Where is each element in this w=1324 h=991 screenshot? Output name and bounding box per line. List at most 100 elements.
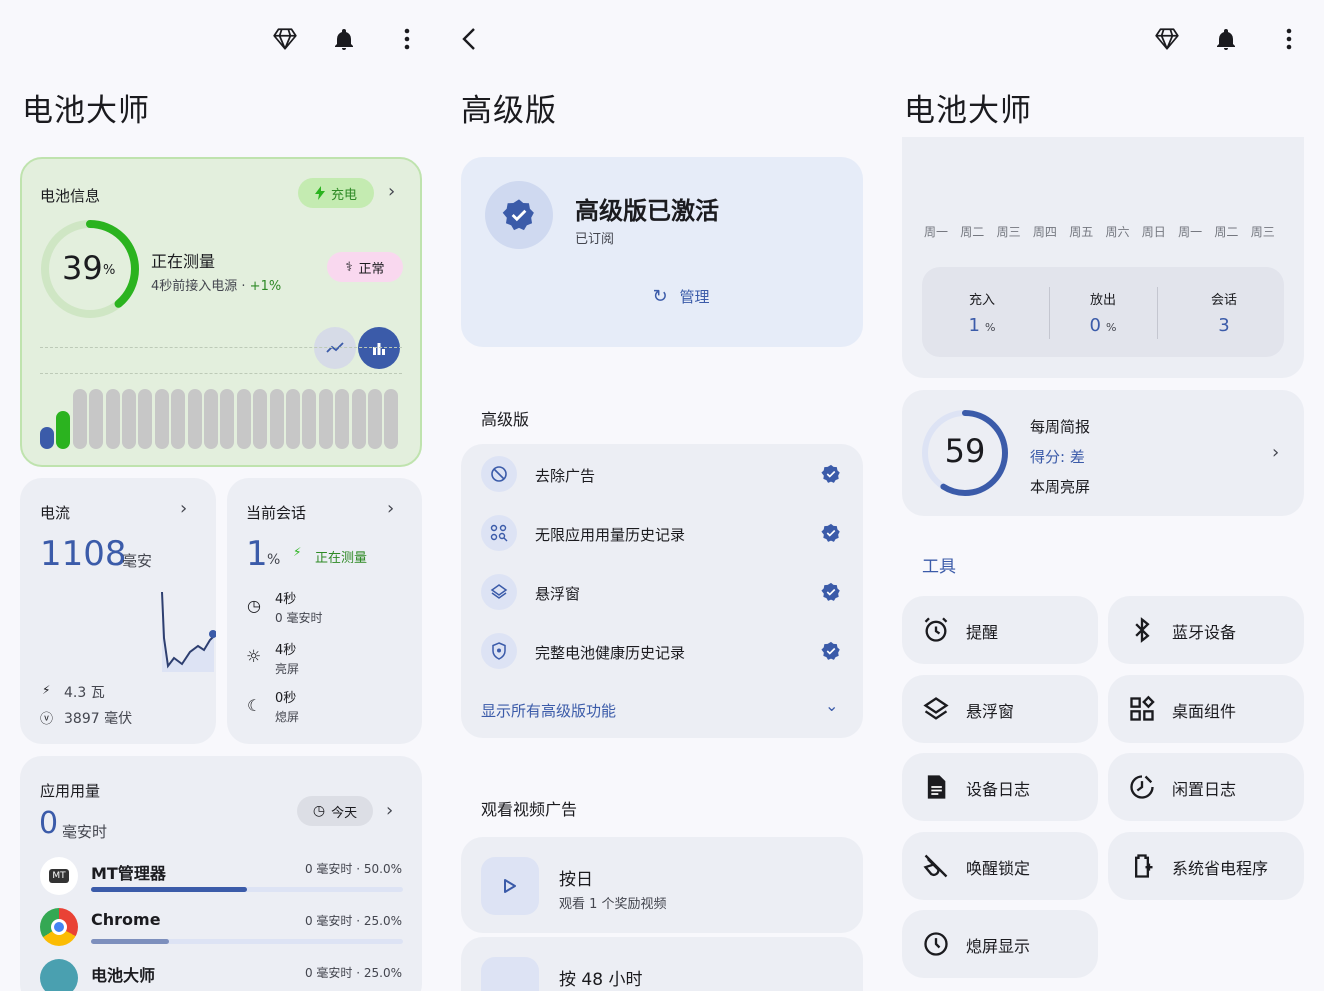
history-bar xyxy=(368,389,382,449)
history-bar xyxy=(122,389,136,449)
tool-always-on-display[interactable]: 熄屏显示 xyxy=(902,910,1098,978)
line-chart-toggle[interactable] xyxy=(314,327,356,369)
day-label: 周五 xyxy=(1069,225,1094,239)
section-header: 观看视频广告 xyxy=(481,800,578,819)
app-name: MT管理器 xyxy=(91,864,166,883)
ad-reward-48h[interactable]: 按 48 小时 xyxy=(461,937,863,991)
more-options-button[interactable] xyxy=(1269,19,1309,59)
bar-chart-toggle[interactable] xyxy=(358,327,400,369)
battery-percent: 39 xyxy=(62,249,103,287)
refresh-icon: ↻ xyxy=(652,285,668,307)
tool-reminder[interactable]: 提醒 xyxy=(902,596,1098,664)
manage-button[interactable]: ↻ 管理 xyxy=(621,281,741,311)
premium-diamond-button[interactable] xyxy=(265,19,305,59)
history-bar xyxy=(302,389,317,449)
layers-icon xyxy=(923,697,949,720)
app-name: 电池大师 xyxy=(91,966,156,985)
check-badge-icon xyxy=(821,464,841,484)
page-title: 高级版 xyxy=(461,93,557,129)
session-value: 1 xyxy=(246,534,268,574)
ad-reward-daily[interactable]: 按日 观看 1 个奖励视频 xyxy=(461,837,863,933)
history-bar xyxy=(89,389,104,449)
show-all-features-button[interactable]: 显示所有高级版功能 ⌄ xyxy=(481,690,843,730)
apps-icon xyxy=(481,515,517,551)
tool-idle-log[interactable]: 闲置日志 xyxy=(1108,753,1304,821)
weekly-chart-card[interactable]: 周一 周二 周三 周四 周五 周六 周日 周一 周二 周三 充入 1 % 放出 0 % 会话 3 xyxy=(902,137,1304,378)
idle-icon xyxy=(1130,775,1154,799)
session-row-label: 熄屏 xyxy=(275,710,300,724)
premium-title: 高级版已激活 xyxy=(575,197,719,225)
history-bar xyxy=(40,427,54,449)
app-share-track xyxy=(91,939,403,944)
feature-label: 完整电池健康历史记录 xyxy=(535,644,686,662)
divider xyxy=(1157,287,1158,339)
chevron-right-icon: › xyxy=(180,498,188,519)
ad-subtitle: 观看 1 个奖励视频 xyxy=(559,897,667,912)
tool-widgets[interactable]: 桌面组件 xyxy=(1108,675,1304,743)
premium-features-list: 去除广告 无限应用用量历史记录 悬浮窗 完整电池健康历史记录 显示所有高级版功能… xyxy=(461,444,863,738)
session-card[interactable]: 当前会话 › 1 % ⚡ 正在测量 ◷ 4秒 0 毫安时 ☼ 4秒 亮屏 ☾ 0… xyxy=(227,478,422,744)
chevron-right-icon: › xyxy=(387,498,395,519)
session-row-label: 0 毫安时 xyxy=(275,611,323,625)
tool-device-log[interactable]: 设备日志 xyxy=(902,753,1098,821)
tool-label: 蓝牙设备 xyxy=(1172,623,1237,642)
tool-label: 闲置日志 xyxy=(1172,780,1237,799)
more-options-button[interactable] xyxy=(387,19,427,59)
stat-label: 放出 xyxy=(1089,293,1116,308)
block-icon xyxy=(481,456,517,492)
app-usage-card[interactable]: 应用用量 0 毫安时 ◷ 今天 › MT MT管理器 0 毫安时 · 50.0%… xyxy=(20,756,422,991)
bolt-icon: ⚡ xyxy=(293,545,302,559)
app-name: Chrome xyxy=(91,910,161,929)
day-label: 周六 xyxy=(1105,225,1130,239)
section-header: 高级版 xyxy=(481,410,530,429)
bell-icon xyxy=(1217,29,1235,50)
notifications-button[interactable] xyxy=(1206,19,1246,59)
tool-label: 熄屏显示 xyxy=(966,937,1031,956)
day-label: 周一 xyxy=(1178,225,1203,239)
ad-title: 按日 xyxy=(559,870,593,890)
check-badge-icon xyxy=(821,582,841,602)
tool-label: 设备日志 xyxy=(966,780,1031,799)
bolt-icon: ⚡ xyxy=(42,683,51,697)
feature-label: 无限应用用量历史记录 xyxy=(535,526,686,544)
tool-battery-saver[interactable]: 系统省电程序 xyxy=(1108,832,1304,900)
tool-bluetooth[interactable]: 蓝牙设备 xyxy=(1108,596,1304,664)
history-bar xyxy=(56,411,71,449)
layers-icon xyxy=(481,574,517,610)
chevron-right-icon: › xyxy=(386,800,394,821)
verified-badge xyxy=(485,181,553,249)
history-bar xyxy=(171,389,186,449)
period-chip[interactable]: ◷ 今天 xyxy=(297,796,373,826)
back-button[interactable] xyxy=(449,19,489,59)
session-row-value: 4秒 xyxy=(275,592,297,607)
page-title: 电池大师 xyxy=(904,93,1032,129)
check-badge-icon xyxy=(821,523,841,543)
diamond-icon xyxy=(1155,28,1179,50)
tool-wakelock[interactable]: 唤醒锁定 xyxy=(902,832,1098,900)
premium-diamond-button[interactable] xyxy=(1147,19,1187,59)
battery-info-card[interactable]: 电池信息 充电 › 39 % 正在测量 4秒前接入电源 · +1% ⚕ 正常 xyxy=(20,157,422,467)
tool-floating-window[interactable]: 悬浮窗 xyxy=(902,675,1098,743)
stat-value: 1 % xyxy=(968,315,996,336)
session-stats-panel: 充入 1 % 放出 0 % 会话 3 xyxy=(922,267,1284,357)
app-share-track xyxy=(91,887,403,892)
notifications-button[interactable] xyxy=(324,19,364,59)
wakelock-icon xyxy=(923,854,948,878)
more-vert-icon xyxy=(1286,28,1292,50)
app-stat: 0 毫安时 · 25.0% xyxy=(304,966,402,980)
current-sparkline xyxy=(161,591,216,672)
voltage-icon: ⓥ xyxy=(40,712,54,727)
history-bar xyxy=(105,389,120,449)
current-card[interactable]: 电流 › 1108 毫安 ⚡ 4.3 瓦 ⓥ 3897 毫伏 xyxy=(20,478,216,744)
weekly-report-card[interactable]: 59 每周简报 得分: 差 本周亮屏 › xyxy=(902,390,1304,516)
ad-title: 按 48 小时 xyxy=(559,970,643,990)
battery-saver-icon xyxy=(1135,854,1153,878)
history-bar xyxy=(220,389,235,449)
health-icon: ⚕ xyxy=(345,259,353,275)
history-bar xyxy=(138,389,153,449)
stat-label: 会话 xyxy=(1210,293,1237,308)
premium-pane: 高级版 高级版已激活 已订阅 ↻ 管理 高级版 去除广告 无限应用用量历史记录 … xyxy=(441,0,882,991)
session-row-label: 亮屏 xyxy=(275,662,300,676)
app-share-fill xyxy=(91,887,247,892)
tool-label: 桌面组件 xyxy=(1172,702,1237,721)
